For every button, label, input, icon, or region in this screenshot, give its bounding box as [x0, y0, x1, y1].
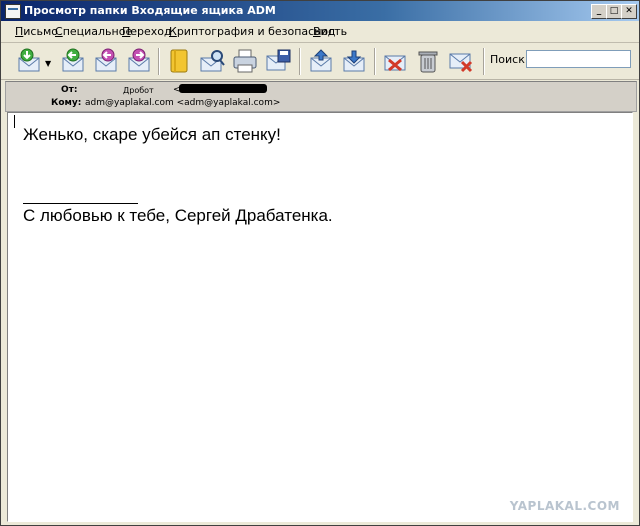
forward-icon[interactable]: [125, 47, 153, 75]
toolbar-separator: [374, 48, 376, 75]
message-line-1: Женько, скаре убейся ап стенку!: [23, 125, 281, 144]
delete-forever-icon[interactable]: [447, 47, 475, 75]
watermark: YAPLAKAL.COM: [509, 499, 620, 513]
search-label: Поиск:: [490, 53, 529, 66]
save-icon[interactable]: [264, 47, 292, 75]
toolbar-separator: [299, 48, 301, 75]
receive-dropdown-arrow[interactable]: ▼: [45, 59, 51, 68]
receive-icon[interactable]: [15, 47, 43, 75]
mark-spam-icon[interactable]: [381, 47, 409, 75]
reply-all-icon[interactable]: [92, 47, 120, 75]
delete-icon[interactable]: [414, 47, 442, 75]
title-bar[interactable]: Просмотр папки Входящие ящика ADM _ □ ✕: [1, 1, 639, 21]
window-title: Просмотр папки Входящие ящика ADM: [24, 4, 276, 17]
redacted-email: [179, 84, 267, 93]
signature-separator: [23, 203, 138, 204]
mail-window: Просмотр папки Входящие ящика ADM _ □ ✕ …: [0, 0, 640, 526]
message-body[interactable]: Женько, скаре убейся ап стенку! С любовь…: [7, 112, 633, 522]
toolbar-separator: [158, 48, 160, 75]
text-caret: [14, 115, 15, 128]
maximize-button[interactable]: □: [606, 4, 622, 19]
menu-letter[interactable]: Письмо: [15, 25, 58, 38]
to-value: adm@yaplakal.com <adm@yaplakal.com>: [85, 98, 281, 108]
minimize-button[interactable]: _: [591, 4, 607, 19]
from-label: От:: [61, 85, 78, 95]
menu-go[interactable]: Переход: [122, 25, 172, 38]
print-icon[interactable]: [231, 47, 259, 75]
reply-icon[interactable]: [59, 47, 87, 75]
message-signature: С любовью к тебе, Сергей Драбатенка.: [23, 206, 333, 225]
search-input[interactable]: [526, 50, 631, 68]
toolbar-separator: [483, 48, 485, 75]
to-label: Кому:: [51, 98, 82, 108]
menu-special[interactable]: Специальное: [55, 25, 132, 38]
from-name: Дробот: [123, 86, 154, 95]
menu-bar: Письмо Специальное Переход Криптография …: [1, 22, 639, 43]
find-icon[interactable]: [198, 47, 226, 75]
previous-icon[interactable]: [307, 47, 335, 75]
close-button[interactable]: ✕: [621, 4, 637, 19]
menu-view[interactable]: Вид: [313, 25, 335, 38]
next-icon[interactable]: [340, 47, 368, 75]
mail-app-icon: [5, 4, 21, 19]
address-book-icon[interactable]: [165, 47, 193, 75]
